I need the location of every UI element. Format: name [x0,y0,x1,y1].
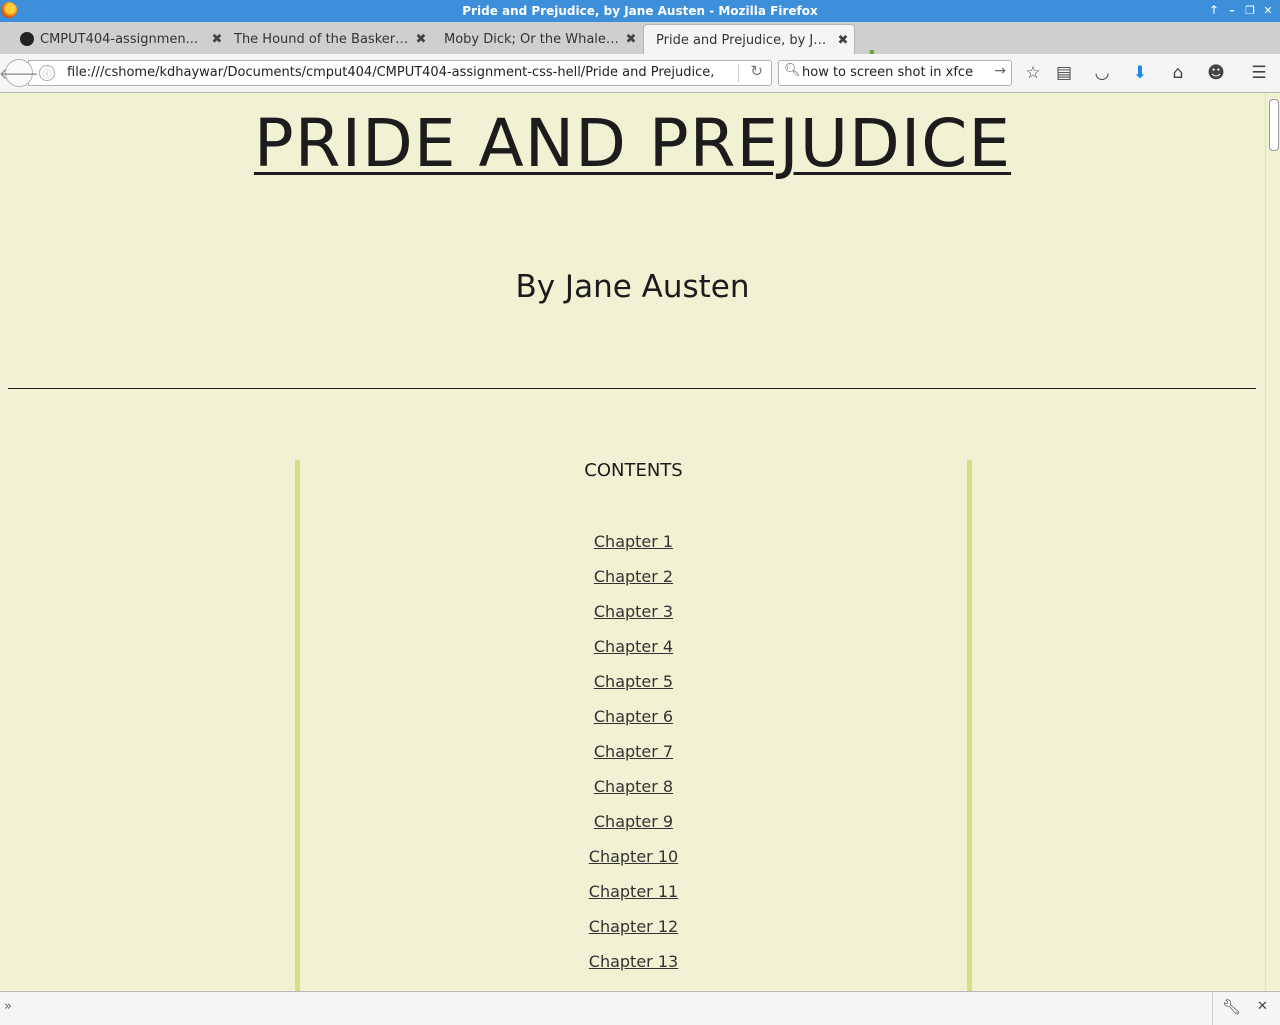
book-author: By Jane Austen [515,269,750,305]
command-prompt-icon[interactable]: » [4,999,12,1014]
chat-icon[interactable]: ☻ [1205,62,1227,84]
chapter-link[interactable]: Chapter 8 [300,777,967,812]
arrow-left-icon: 🡐 [0,64,40,83]
pocket-icon[interactable]: ◡ [1091,62,1113,84]
tab-close-icon[interactable]: ✖ [832,33,854,48]
window-controls: 🡑 – ❐ ✕ [1206,2,1276,19]
tab-pride-prejudice[interactable]: Pride and Prejudice, by Ja... ✖ [643,24,855,55]
url-text[interactable]: file:///cshome/kdhaywar/Documents/cmput4… [67,65,715,80]
window-title: Pride and Prejudice, by Jane Austen - Mo… [462,4,818,18]
chapter-link[interactable]: Chapter 4 [300,637,967,672]
tab-close-icon[interactable]: ✖ [620,32,642,47]
chapter-link[interactable]: Chapter 6 [300,707,967,742]
window-up-button[interactable]: 🡑 [1206,2,1222,19]
tab-moby-dick[interactable]: Moby Dick; Or the Whale, ... ✖ [432,25,642,53]
chapter-link[interactable]: Chapter 1 [300,532,967,567]
chapter-list: Chapter 1 Chapter 2 Chapter 3 Chapter 4 … [300,532,967,987]
tab-close-icon[interactable]: ✖ [410,32,432,47]
chapter-link[interactable]: Chapter 9 [300,812,967,847]
chapter-link[interactable]: Chapter 5 [300,672,967,707]
table-of-contents: CONTENTS Chapter 1 Chapter 2 Chapter 3 C… [295,460,972,991]
tab-label: CMPUT404-assignmen... [40,31,199,47]
chapter-link[interactable]: Chapter 7 [300,742,967,777]
window-titlebar: Pride and Prejudice, by Jane Austen - Mo… [0,0,1280,22]
star-icon[interactable]: ☆ [1022,62,1044,84]
horizontal-rule [8,388,1256,389]
window-restore-button[interactable]: ❐ [1242,2,1258,19]
navigation-toolbar: 🡐 ⓘ file:///cshome/kdhaywar/Documents/cm… [0,54,1280,93]
tab-label: Moby Dick; Or the Whale, ... [444,31,620,47]
search-input[interactable]: how to screen shot in xfce [802,65,973,80]
chapter-link[interactable]: Chapter 3 [300,602,967,637]
wrench-icon[interactable]: 🔧︎ [1222,998,1241,1016]
chapter-link[interactable]: Chapter 13 [300,952,967,987]
window-close-button[interactable]: ✕ [1260,2,1276,19]
home-icon[interactable]: ⌂ [1167,62,1189,84]
search-icon: 🔍︎ [784,63,801,78]
tab-hound-baskervilles[interactable]: The Hound of the Baskerv... ✖ [222,25,432,53]
contents-heading: CONTENTS [584,460,683,481]
vertical-scrollbar[interactable] [1265,93,1280,991]
devbar-separator [1212,992,1213,1025]
site-info-icon[interactable]: ⓘ [39,65,55,81]
tab-strip: CMPUT404-assignmen... ✖ The Hound of the… [0,22,1280,71]
url-separator [738,64,739,82]
hamburger-menu-icon[interactable]: ☰ [1248,62,1270,84]
reload-icon[interactable]: ↻ [750,62,763,80]
developer-toolbar: » 🔧︎ ✕ [0,991,1280,1025]
scrollbar-thumb[interactable] [1269,99,1279,151]
tab-cmput404[interactable]: CMPUT404-assignmen... ✖ [18,25,228,53]
back-button[interactable]: 🡐 [0,59,39,87]
close-icon[interactable]: ✕ [1257,999,1268,1014]
clipboard-icon[interactable]: ▤ [1053,62,1075,84]
window-minimize-button[interactable]: – [1224,2,1240,19]
book-title-text: PRIDE AND PREJUDICE [253,105,1012,182]
url-bar[interactable]: ⓘ file:///cshome/kdhaywar/Documents/cmpu… [28,60,772,86]
search-go-arrow-icon[interactable]: → [994,63,1006,79]
chapter-link[interactable]: Chapter 10 [300,847,967,882]
chapter-link[interactable]: Chapter 11 [300,882,967,917]
chapter-link[interactable]: Chapter 2 [300,567,967,602]
page-content: PRIDE AND PREJUDICE By Jane Austen CONTE… [0,93,1265,991]
tab-label: The Hound of the Baskerv... [234,31,410,47]
search-bar[interactable]: 🔍︎ how to screen shot in xfce → [778,60,1012,86]
firefox-logo-icon [1,2,17,18]
chapter-link[interactable]: Chapter 12 [300,917,967,952]
book-title: PRIDE AND PREJUDICE [0,105,1265,182]
tab-label: Pride and Prejudice, by Ja... [656,32,832,48]
download-arrow-icon[interactable]: ⬇ [1129,62,1151,84]
